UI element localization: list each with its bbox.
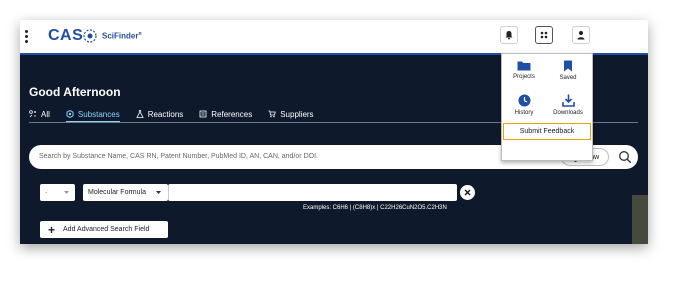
tab-label: References [211,109,253,119]
app-window: CAS SciFindern Good Afternoon All Substa… [20,20,648,244]
background-graphic [632,195,648,244]
cart-icon [268,110,276,118]
user-icon [577,31,585,40]
apps-button[interactable] [535,26,553,44]
menu-item-label: History [514,110,534,116]
formula-examples: Examples: C6H6 | (C8H8)x | C22H26CuN2O5.… [303,205,447,211]
operator-select[interactable]: - [40,184,75,201]
menu-item-label: Saved [559,75,577,81]
menu-item-label: Projects [513,74,535,80]
folder-icon [517,61,531,71]
tab-label: All [41,109,50,119]
notifications-button[interactable] [500,26,518,44]
apps-menu: Projects Saved History Downloads Submit … [501,53,593,161]
bookmark-icon [564,60,572,72]
top-bar: CAS SciFindern [20,20,648,55]
clock-icon [518,94,530,107]
clear-button[interactable] [460,185,475,200]
add-field-label: Add Advanced Search Field [63,226,150,233]
search-type-tabs: All Substances Reactions References Supp… [29,107,330,122]
menu-item-projects[interactable]: Projects [502,54,546,86]
download-icon [561,94,575,107]
menu-item-history[interactable]: History [502,88,546,120]
chevron-down-icon [64,191,69,194]
document-icon [199,110,207,118]
formula-input[interactable] [168,184,457,201]
kebab-menu-icon[interactable] [25,30,29,44]
grid-icon [540,31,548,39]
submit-feedback-link[interactable]: Submit Feedback [503,123,591,140]
add-advanced-search-field-button[interactable]: + Add Advanced Search Field [40,221,168,238]
search-icon[interactable] [618,150,632,164]
plus-icon: + [48,222,56,237]
hexagon-icon [66,110,74,118]
close-icon [464,189,471,196]
tab-label: Suppliers [280,109,314,119]
tab-label: Reactions [147,109,184,119]
all-icon [29,110,36,118]
menu-item-saved[interactable]: Saved [546,54,590,86]
bell-icon [505,31,513,40]
search-input[interactable]: Search by Substance Name, CAS RN, Patent… [39,153,318,160]
tab-substances[interactable]: Substances [65,107,120,122]
menu-item-label: Downloads [553,110,583,116]
chevron-down-icon [156,191,161,194]
tab-references[interactable]: References [199,107,252,121]
greeting-heading: Good Afternoon [29,85,121,99]
account-button[interactable] [572,26,590,44]
brand-logo[interactable]: CAS [48,27,83,45]
operator-value: - [45,190,48,197]
field-select[interactable]: Molecular Formula [83,184,168,201]
menu-item-downloads[interactable]: Downloads [546,88,590,120]
cas-logo-mark-icon [83,29,97,43]
field-select-value: Molecular Formula [88,189,146,196]
flask-icon [136,110,144,118]
tab-suppliers[interactable]: Suppliers [268,107,314,121]
product-name: SciFindern [102,31,142,41]
tab-reactions[interactable]: Reactions [136,107,184,121]
tab-all[interactable]: All [29,107,50,121]
tab-label: Substances [77,109,120,119]
